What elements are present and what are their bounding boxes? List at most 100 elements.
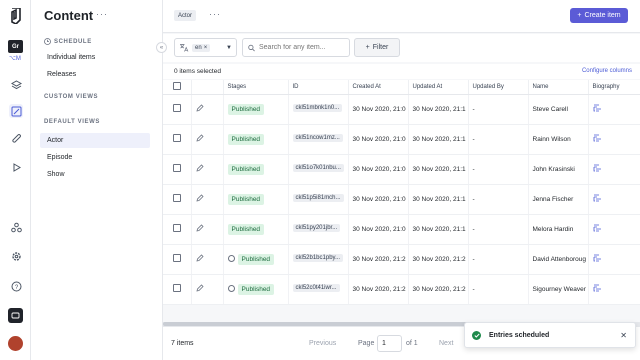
column-header-created-at[interactable]: Created At — [348, 80, 409, 95]
edit-pencil-icon[interactable] — [195, 284, 204, 292]
sidebar-title: Content — [44, 8, 94, 23]
selected-count: 0 items selected — [174, 68, 221, 75]
rich-text-icon[interactable] — [593, 104, 602, 112]
name-cell: Melora Hardin — [528, 214, 589, 245]
content-icon[interactable] — [9, 104, 23, 118]
workspace-switcher[interactable]: Gr — [8, 40, 23, 53]
filter-bar: en × ▼ + Filter — [163, 34, 640, 62]
environment-indicator[interactable]: ⌥M — [9, 55, 21, 62]
row-checkbox[interactable] — [173, 104, 181, 112]
column-header-id[interactable]: ID — [288, 80, 349, 95]
column-header-name[interactable]: Name — [528, 80, 589, 95]
row-checkbox[interactable] — [173, 284, 181, 292]
edit-pencil-icon[interactable] — [195, 194, 204, 202]
rich-text-icon[interactable] — [593, 254, 602, 262]
api-playground-icon[interactable] — [9, 160, 23, 174]
next-page-button[interactable]: Next — [439, 340, 453, 347]
id-chip[interactable]: ckl51p5i81mch... — [292, 194, 344, 202]
previous-page-button[interactable]: Previous — [309, 340, 336, 347]
webhooks-icon[interactable] — [9, 220, 23, 234]
id-chip[interactable]: ckl51mbnk1n0... — [292, 104, 343, 112]
row-checkbox[interactable] — [173, 224, 181, 232]
id-chip[interactable]: ckl51py201jbr... — [292, 224, 341, 232]
page-label: Page — [358, 340, 375, 347]
configure-columns-link[interactable]: Configure columns — [582, 68, 632, 74]
column-header-biography[interactable]: Biography — [588, 80, 640, 95]
content-sidebar: Content ··· SCHEDULE Individual items Re… — [31, 0, 163, 360]
updated-by-cell: - — [468, 94, 529, 125]
help-icon[interactable]: ? — [9, 279, 23, 293]
id-chip[interactable]: ckl51ncow1mz... — [292, 134, 343, 142]
rich-text-icon[interactable] — [593, 134, 602, 142]
status-badge-label: Published — [231, 225, 261, 233]
edit-pencil-icon[interactable] — [195, 164, 204, 172]
name-cell: Rainn Wilson — [528, 124, 589, 155]
table-row[interactable]: Published ckl51mbnk1n0... 30 Nov 2020, 21:… — [163, 94, 640, 125]
sidebar-item-episode[interactable]: Episode — [40, 150, 150, 165]
rich-text-icon[interactable] — [593, 194, 602, 202]
status-badge: Published — [237, 253, 275, 265]
edit-pencil-icon[interactable] — [195, 104, 204, 112]
column-header-updated-by[interactable]: Updated By — [468, 80, 529, 95]
column-header-stages[interactable]: Stages — [223, 80, 289, 95]
schema-icon[interactable] — [9, 78, 23, 92]
assets-icon[interactable] — [9, 132, 23, 146]
status-badge: Published — [227, 103, 265, 115]
close-icon[interactable]: ✕ — [620, 331, 627, 340]
rich-text-icon[interactable] — [593, 284, 602, 292]
name-cell: Steve Carell — [528, 94, 589, 125]
more-options-icon[interactable]: ··· — [96, 9, 108, 19]
edit-pencil-icon[interactable] — [195, 134, 204, 142]
table-row[interactable]: Published ckl52b1bc1pby... 30 Nov 2020, 21… — [163, 244, 640, 275]
schedule-section-header: SCHEDULE — [44, 38, 92, 45]
content-table: Stages ID Created At Updated At Updated … — [163, 80, 640, 305]
rich-text-icon[interactable] — [593, 224, 602, 232]
chat-icon[interactable] — [8, 308, 23, 323]
edit-pencil-icon[interactable] — [195, 254, 204, 262]
locale-select[interactable]: en × ▼ — [174, 38, 237, 57]
hygraph-logo-icon[interactable] — [10, 8, 22, 24]
table-row[interactable]: Published ckl51p5i81mch... 30 Nov 2020, 21… — [163, 184, 640, 215]
table-row[interactable]: Published ckl51o7k01nbu... 30 Nov 2020, 21… — [163, 154, 640, 185]
rich-text-icon[interactable] — [593, 164, 602, 172]
create-item-button[interactable]: + Create item — [570, 8, 628, 23]
collapse-sidebar-icon[interactable]: « — [156, 42, 167, 53]
top-bar: Actor ··· + Create item — [163, 0, 640, 33]
table-row[interactable]: Published ckl51ncow1mz... 30 Nov 2020, 21:… — [163, 124, 640, 155]
updated-at-cell: 30 Nov 2020, 21:1 — [408, 94, 469, 125]
view-options-icon[interactable]: ··· — [209, 9, 221, 19]
status-badge: Published — [227, 133, 265, 145]
id-chip[interactable]: ckl51o7k01nbu... — [292, 164, 344, 172]
search-box[interactable] — [242, 38, 350, 57]
row-checkbox[interactable] — [173, 254, 181, 262]
edit-pencil-icon[interactable] — [195, 224, 204, 232]
sidebar-item-actor[interactable]: Actor — [40, 133, 150, 148]
sidebar-item-individual-items[interactable]: Individual items — [40, 50, 150, 65]
page-input[interactable]: 1 — [377, 335, 402, 352]
sidebar-item-show[interactable]: Show — [40, 167, 150, 182]
row-checkbox[interactable] — [173, 164, 181, 172]
created-at-cell: 30 Nov 2020, 21:0 — [348, 124, 409, 155]
settings-icon[interactable] — [9, 249, 23, 263]
remove-locale-icon[interactable]: × — [204, 45, 208, 51]
row-checkbox[interactable] — [173, 194, 181, 202]
id-chip[interactable]: ckl52b1bc1pby... — [292, 254, 344, 262]
updated-at-cell: 30 Nov 2020, 21:1 — [408, 124, 469, 155]
status-badge: Published — [227, 193, 265, 205]
page-total: of 1 — [406, 340, 418, 347]
table-row[interactable]: Published ckl51py201jbr... 30 Nov 2020, 21… — [163, 214, 640, 245]
main-content: Actor ··· + Create item en × ▼ + Filter … — [163, 0, 640, 360]
filter-label: Filter — [372, 44, 389, 51]
sidebar-item-releases[interactable]: Releases — [40, 67, 150, 82]
id-chip[interactable]: ckl52c0t41iwr... — [292, 284, 340, 292]
name-cell: John Krasinski — [528, 154, 589, 185]
select-all-checkbox[interactable] — [173, 81, 181, 90]
column-header-updated-at[interactable]: Updated At — [408, 80, 469, 95]
filter-button[interactable]: + Filter — [354, 38, 400, 57]
status-badge-label: Published — [241, 285, 271, 293]
user-avatar[interactable] — [8, 336, 23, 351]
table-row[interactable]: Published ckl52c0t41iwr... 30 Nov 2020, 21… — [163, 274, 640, 305]
search-input[interactable] — [259, 44, 349, 51]
row-checkbox[interactable] — [173, 134, 181, 142]
locale-chip[interactable]: en × — [192, 43, 211, 52]
